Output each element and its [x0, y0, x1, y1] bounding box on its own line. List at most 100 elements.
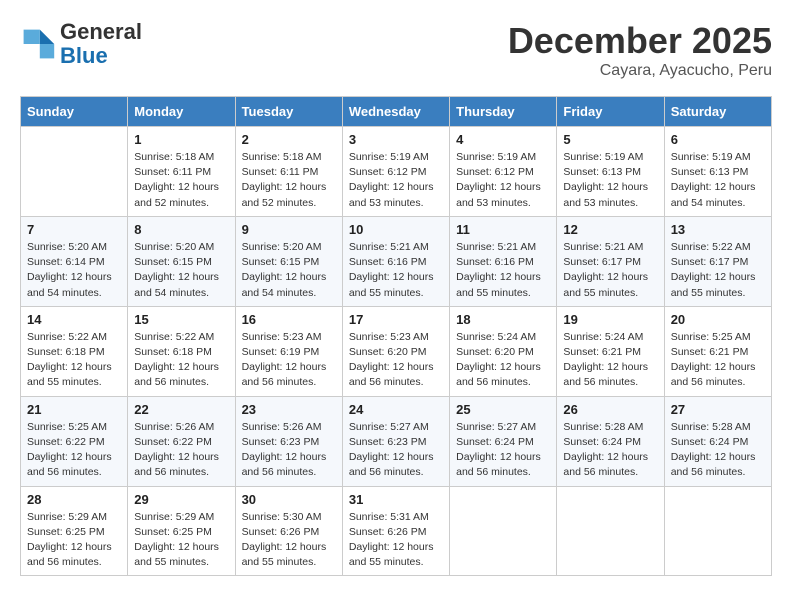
day-number: 22: [134, 402, 228, 417]
day-cell: 2Sunrise: 5:18 AMSunset: 6:11 PMDaylight…: [235, 127, 342, 217]
week-row-1: 1Sunrise: 5:18 AMSunset: 6:11 PMDaylight…: [21, 127, 772, 217]
day-number: 9: [242, 222, 336, 237]
day-number: 30: [242, 492, 336, 507]
day-cell: [450, 486, 557, 576]
day-info: Sunrise: 5:29 AMSunset: 6:25 PMDaylight:…: [27, 510, 121, 571]
day-number: 24: [349, 402, 443, 417]
day-cell: 6Sunrise: 5:19 AMSunset: 6:13 PMDaylight…: [664, 127, 771, 217]
day-number: 18: [456, 312, 550, 327]
day-cell: 9Sunrise: 5:20 AMSunset: 6:15 PMDaylight…: [235, 216, 342, 306]
day-cell: 8 Sunrise: 5:20 AMSunset: 6:15 PMDaylight…: [128, 216, 235, 306]
column-header-wednesday: Wednesday: [342, 97, 449, 127]
day-number: 4: [456, 132, 550, 147]
day-cell: 29Sunrise: 5:29 AMSunset: 6:25 PMDayligh…: [128, 486, 235, 576]
day-number: 29: [134, 492, 228, 507]
day-number: 6: [671, 132, 765, 147]
day-info: Sunrise: 5:24 AMSunset: 6:21 PMDaylight:…: [563, 330, 657, 391]
day-info: Sunrise: 5:19 AMSunset: 6:12 PMDaylight:…: [456, 150, 550, 211]
day-cell: 11Sunrise: 5:21 AMSunset: 6:16 PMDayligh…: [450, 216, 557, 306]
day-cell: 16Sunrise: 5:23 AMSunset: 6:19 PMDayligh…: [235, 306, 342, 396]
calendar-header-row: SundayMondayTuesdayWednesdayThursdayFrid…: [21, 97, 772, 127]
day-info: Sunrise: 5:22 AMSunset: 6:18 PMDaylight:…: [134, 330, 228, 391]
day-cell: 31Sunrise: 5:31 AMSunset: 6:26 PMDayligh…: [342, 486, 449, 576]
day-cell: 23 Sunrise: 5:26 AMSunset: 6:23 PMDayligh…: [235, 396, 342, 486]
title-block: December 2025 Cayara, Ayacucho, Peru: [508, 20, 772, 80]
day-cell: 3 Sunrise: 5:19 AMSunset: 6:12 PMDaylight…: [342, 127, 449, 217]
day-info: Sunrise: 5:23 AMSunset: 6:20 PMDaylight:…: [349, 330, 443, 391]
day-number: 27: [671, 402, 765, 417]
day-number: 21: [27, 402, 121, 417]
day-info: Sunrise: 5:25 AMSunset: 6:22 PMDaylight:…: [27, 420, 121, 481]
column-header-tuesday: Tuesday: [235, 97, 342, 127]
day-number: 12: [563, 222, 657, 237]
day-cell: 12 Sunrise: 5:21 AMSunset: 6:17 PMDayligh…: [557, 216, 664, 306]
day-cell: [664, 486, 771, 576]
day-info: Sunrise: 5:18 AMSunset: 6:11 PMDaylight:…: [134, 150, 228, 211]
day-cell: [21, 127, 128, 217]
day-cell: 14 Sunrise: 5:22 AMSunset: 6:18 PMDayligh…: [21, 306, 128, 396]
day-cell: 1Sunrise: 5:18 AMSunset: 6:11 PMDaylight…: [128, 127, 235, 217]
day-cell: 26Sunrise: 5:28 AMSunset: 6:24 PMDayligh…: [557, 396, 664, 486]
day-cell: 28Sunrise: 5:29 AMSunset: 6:25 PMDayligh…: [21, 486, 128, 576]
day-number: 26: [563, 402, 657, 417]
logo-text: General Blue: [60, 20, 142, 68]
day-info: Sunrise: 5:28 AMSunset: 6:24 PMDaylight:…: [671, 420, 765, 481]
day-info: Sunrise: 5:26 AMSunset: 6:23 PMDaylight:…: [242, 420, 336, 481]
day-cell: 25 Sunrise: 5:27 AMSunset: 6:24 PMDayligh…: [450, 396, 557, 486]
day-info: Sunrise: 5:27 AMSunset: 6:24 PMDaylight:…: [456, 420, 550, 481]
day-info: Sunrise: 5:22 AMSunset: 6:17 PMDaylight:…: [671, 240, 765, 301]
column-header-thursday: Thursday: [450, 97, 557, 127]
day-number: 23: [242, 402, 336, 417]
day-info: Sunrise: 5:19 AMSunset: 6:13 PMDaylight:…: [563, 150, 657, 211]
day-cell: 4 Sunrise: 5:19 AMSunset: 6:12 PMDaylight…: [450, 127, 557, 217]
day-info: Sunrise: 5:20 AMSunset: 6:14 PMDaylight:…: [27, 240, 121, 301]
day-info: Sunrise: 5:26 AMSunset: 6:22 PMDaylight:…: [134, 420, 228, 481]
day-info: Sunrise: 5:22 AMSunset: 6:18 PMDaylight:…: [27, 330, 121, 391]
calendar-table: SundayMondayTuesdayWednesdayThursdayFrid…: [20, 96, 772, 576]
day-cell: 18 Sunrise: 5:24 AMSunset: 6:20 PMDayligh…: [450, 306, 557, 396]
day-number: 25: [456, 402, 550, 417]
day-number: 10: [349, 222, 443, 237]
week-row-2: 7Sunrise: 5:20 AMSunset: 6:14 PMDaylight…: [21, 216, 772, 306]
week-row-3: 14 Sunrise: 5:22 AMSunset: 6:18 PMDayligh…: [21, 306, 772, 396]
day-info: Sunrise: 5:21 AMSunset: 6:17 PMDaylight:…: [563, 240, 657, 301]
logo-line2: Blue: [60, 43, 108, 68]
week-row-5: 28Sunrise: 5:29 AMSunset: 6:25 PMDayligh…: [21, 486, 772, 576]
day-cell: 17 Sunrise: 5:23 AMSunset: 6:20 PMDayligh…: [342, 306, 449, 396]
day-number: 13: [671, 222, 765, 237]
column-header-friday: Friday: [557, 97, 664, 127]
day-cell: [557, 486, 664, 576]
day-info: Sunrise: 5:30 AMSunset: 6:26 PMDaylight:…: [242, 510, 336, 571]
day-number: 3: [349, 132, 443, 147]
day-info: Sunrise: 5:27 AMSunset: 6:23 PMDaylight:…: [349, 420, 443, 481]
day-number: 16: [242, 312, 336, 327]
day-info: Sunrise: 5:20 AMSunset: 6:15 PMDaylight:…: [134, 240, 228, 301]
day-cell: 7Sunrise: 5:20 AMSunset: 6:14 PMDaylight…: [21, 216, 128, 306]
day-cell: 21 Sunrise: 5:25 AMSunset: 6:22 PMDayligh…: [21, 396, 128, 486]
day-cell: 5 Sunrise: 5:19 AMSunset: 6:13 PMDaylight…: [557, 127, 664, 217]
logo: General Blue: [20, 20, 142, 68]
day-number: 14: [27, 312, 121, 327]
column-header-saturday: Saturday: [664, 97, 771, 127]
day-info: Sunrise: 5:25 AMSunset: 6:21 PMDaylight:…: [671, 330, 765, 391]
day-cell: 15 Sunrise: 5:22 AMSunset: 6:18 PMDayligh…: [128, 306, 235, 396]
day-cell: 20Sunrise: 5:25 AMSunset: 6:21 PMDayligh…: [664, 306, 771, 396]
day-info: Sunrise: 5:24 AMSunset: 6:20 PMDaylight:…: [456, 330, 550, 391]
day-number: 8: [134, 222, 228, 237]
day-number: 31: [349, 492, 443, 507]
day-cell: 19Sunrise: 5:24 AMSunset: 6:21 PMDayligh…: [557, 306, 664, 396]
logo-icon: [20, 26, 56, 62]
day-cell: 24 Sunrise: 5:27 AMSunset: 6:23 PMDayligh…: [342, 396, 449, 486]
day-number: 5: [563, 132, 657, 147]
day-number: 17: [349, 312, 443, 327]
day-info: Sunrise: 5:19 AMSunset: 6:12 PMDaylight:…: [349, 150, 443, 211]
logo-line1: General: [60, 19, 142, 44]
day-info: Sunrise: 5:21 AMSunset: 6:16 PMDaylight:…: [349, 240, 443, 301]
week-row-4: 21 Sunrise: 5:25 AMSunset: 6:22 PMDayligh…: [21, 396, 772, 486]
day-cell: 22 Sunrise: 5:26 AMSunset: 6:22 PMDayligh…: [128, 396, 235, 486]
day-info: Sunrise: 5:18 AMSunset: 6:11 PMDaylight:…: [242, 150, 336, 211]
day-cell: 10 Sunrise: 5:21 AMSunset: 6:16 PMDayligh…: [342, 216, 449, 306]
day-number: 15: [134, 312, 228, 327]
column-header-sunday: Sunday: [21, 97, 128, 127]
day-cell: 27 Sunrise: 5:28 AMSunset: 6:24 PMDayligh…: [664, 396, 771, 486]
